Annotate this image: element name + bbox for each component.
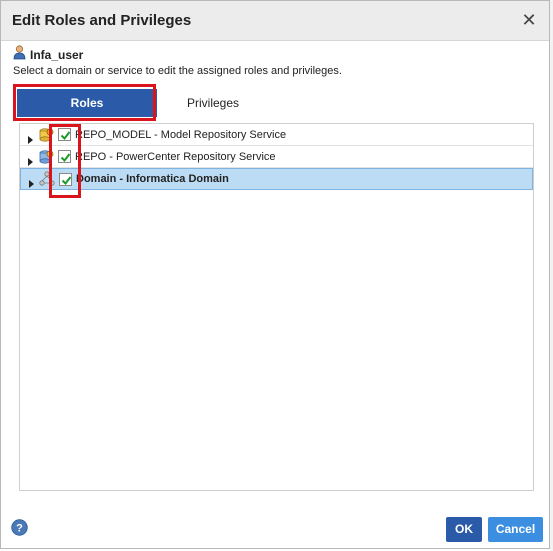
powercenter-repository-icon xyxy=(38,149,54,165)
expand-arrow-icon[interactable] xyxy=(27,175,35,188)
tab-roles[interactable]: Roles xyxy=(17,89,157,117)
row-label: REPO - PowerCenter Repository Service xyxy=(75,150,276,163)
domain-icon xyxy=(39,171,55,187)
checkbox-domain[interactable] xyxy=(59,172,72,186)
tree-row-selected[interactable]: Domain - Informatica Domain xyxy=(20,168,533,190)
user-icon xyxy=(13,45,26,65)
close-button[interactable]: ✕ xyxy=(519,10,539,30)
checkbox-model-repository[interactable] xyxy=(58,128,71,141)
checkbox-powercenter-repository[interactable] xyxy=(58,150,71,163)
close-icon: ✕ xyxy=(521,10,537,30)
help-icon[interactable]: ? xyxy=(11,519,28,536)
ok-button[interactable]: OK xyxy=(446,517,482,542)
edit-roles-dialog: Edit Roles and Privileges ✕ Infa_user Se… xyxy=(0,0,550,549)
row-label: REPO_MODEL - Model Repository Service xyxy=(75,128,287,141)
tab-bar: Roles Privileges xyxy=(13,85,533,121)
user-header: Infa_user xyxy=(13,45,84,65)
svg-text:?: ? xyxy=(16,523,23,535)
tree-row[interactable]: REPO - PowerCenter Repository Service xyxy=(20,146,533,168)
user-name: Infa_user xyxy=(30,48,84,62)
dialog-footer: ? OK Cancel xyxy=(1,509,549,549)
expand-arrow-icon[interactable] xyxy=(26,153,34,166)
expand-arrow-icon[interactable] xyxy=(26,131,34,144)
dialog-title: Edit Roles and Privileges xyxy=(12,12,192,29)
dialog-titlebar: Edit Roles and Privileges ✕ xyxy=(1,1,549,41)
service-tree: REPO_MODEL - Model Repository Service RE… xyxy=(19,123,534,491)
row-label: Domain - Informatica Domain xyxy=(76,173,229,185)
model-repository-icon xyxy=(38,127,54,143)
instruction-text: Select a domain or service to edit the a… xyxy=(13,65,342,77)
cancel-button[interactable]: Cancel xyxy=(488,517,543,542)
tree-row[interactable]: REPO_MODEL - Model Repository Service xyxy=(20,124,533,146)
tab-privileges[interactable]: Privileges xyxy=(163,89,263,117)
